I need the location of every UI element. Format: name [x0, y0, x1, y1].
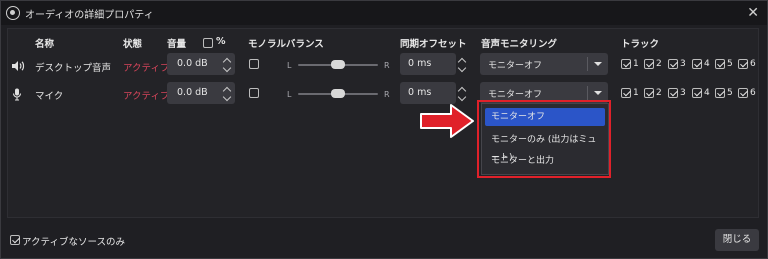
- track-2-checkbox[interactable]: [644, 59, 654, 69]
- track-5-label: 5: [727, 88, 733, 98]
- track-6-checkbox[interactable]: [738, 59, 748, 69]
- chevron-down-icon[interactable]: [457, 63, 467, 73]
- balance-left-label: L: [287, 61, 292, 70]
- header-percent: %: [216, 36, 226, 47]
- track-6-label: 6: [750, 88, 756, 98]
- track-1-checkbox[interactable]: [621, 59, 631, 69]
- active-sources-only-checkbox[interactable]: [10, 235, 20, 245]
- track-1-label: 1: [633, 88, 639, 98]
- header-balance: バランス: [286, 39, 324, 50]
- track-1-checkbox[interactable]: [621, 88, 631, 98]
- mixer-panel: [7, 28, 759, 218]
- status-label: アクティブ: [123, 91, 170, 102]
- chevron-down-icon[interactable]: [457, 92, 467, 102]
- header-name: 名称: [35, 39, 55, 50]
- track-3-label: 3: [680, 59, 686, 69]
- track-3-label: 3: [680, 88, 686, 98]
- volume-value: 0.0 dB: [177, 58, 208, 69]
- mono-checkbox[interactable]: [249, 59, 259, 69]
- monitoring-dropdown[interactable]: モニターオフ: [480, 53, 608, 75]
- track-6-label: 6: [750, 59, 756, 69]
- speaker-icon: [12, 61, 25, 71]
- window-title: オーディオの詳細プロパティ: [25, 9, 154, 21]
- header-sync-offset: 同期オフセット: [400, 39, 467, 50]
- track-4-label: 4: [704, 88, 710, 98]
- mono-checkbox[interactable]: [249, 88, 259, 98]
- close-window-icon[interactable]: ✕: [747, 4, 759, 22]
- header-volume: 音量: [167, 39, 187, 50]
- chevron-down-icon[interactable]: [222, 63, 232, 73]
- sync-offset-arrows: [400, 53, 470, 75]
- status-label: アクティブ: [123, 63, 170, 74]
- monitoring-value: モニターオフ: [488, 90, 543, 100]
- balance-right-label: R: [384, 90, 390, 99]
- volume-value: 0.0 dB: [177, 87, 208, 98]
- track-4-checkbox[interactable]: [692, 88, 702, 98]
- track-1-label: 1: [633, 59, 639, 69]
- audio-properties-window: オーディオの詳細プロパティ ✕ 名称 状態 音量 % モノラル バランス 同期オ…: [0, 0, 768, 259]
- header-tracks: トラック: [621, 39, 660, 50]
- header-status: 状態: [123, 39, 143, 50]
- title-bar: オーディオの詳細プロパティ ✕: [1, 1, 767, 25]
- chevron-down-icon[interactable]: [222, 92, 232, 102]
- dropdown-separator: [587, 57, 588, 71]
- track-5-label: 5: [727, 59, 733, 69]
- track-2-label: 2: [656, 88, 662, 98]
- percent-checkbox[interactable]: [203, 38, 213, 48]
- header-monitoring: 音声モニタリング: [481, 39, 558, 50]
- balance-slider-handle[interactable]: [331, 60, 345, 69]
- highlight-box: [477, 100, 611, 178]
- caret-down-icon[interactable]: [594, 62, 602, 66]
- track-2-checkbox[interactable]: [644, 88, 654, 98]
- track-5-checkbox[interactable]: [715, 88, 725, 98]
- source-name-desktop-audio: デスクトップ音声: [35, 63, 112, 74]
- spin-arrows[interactable]: [219, 53, 235, 75]
- track-4-checkbox[interactable]: [692, 59, 702, 69]
- pointer-arrow-icon: [420, 104, 474, 138]
- active-sources-only-label: アクティブなソースのみ: [22, 237, 125, 248]
- header-mono: モノラル: [248, 39, 287, 50]
- microphone-icon: [12, 88, 22, 101]
- sync-offset-arrows: [400, 82, 470, 104]
- track-3-checkbox[interactable]: [668, 59, 678, 69]
- track-2-label: 2: [656, 59, 662, 69]
- track-4-label: 4: [704, 59, 710, 69]
- spin-arrows[interactable]: [219, 82, 235, 104]
- track-6-checkbox[interactable]: [738, 88, 748, 98]
- volume-spinbox[interactable]: 0.0 dB: [167, 53, 235, 75]
- balance-right-label: R: [384, 61, 390, 70]
- monitoring-value: モニターオフ: [488, 61, 543, 71]
- source-name-mic: マイク: [35, 91, 64, 102]
- track-3-checkbox[interactable]: [668, 88, 678, 98]
- balance-slider-handle[interactable]: [331, 89, 345, 98]
- balance-left-label: L: [287, 90, 292, 99]
- obs-logo-icon: [6, 6, 20, 20]
- track-5-checkbox[interactable]: [715, 59, 725, 69]
- dropdown-separator: [587, 86, 588, 100]
- close-button[interactable]: 閉じる: [715, 229, 759, 251]
- caret-down-icon[interactable]: [594, 91, 602, 95]
- volume-spinbox[interactable]: 0.0 dB: [167, 82, 235, 104]
